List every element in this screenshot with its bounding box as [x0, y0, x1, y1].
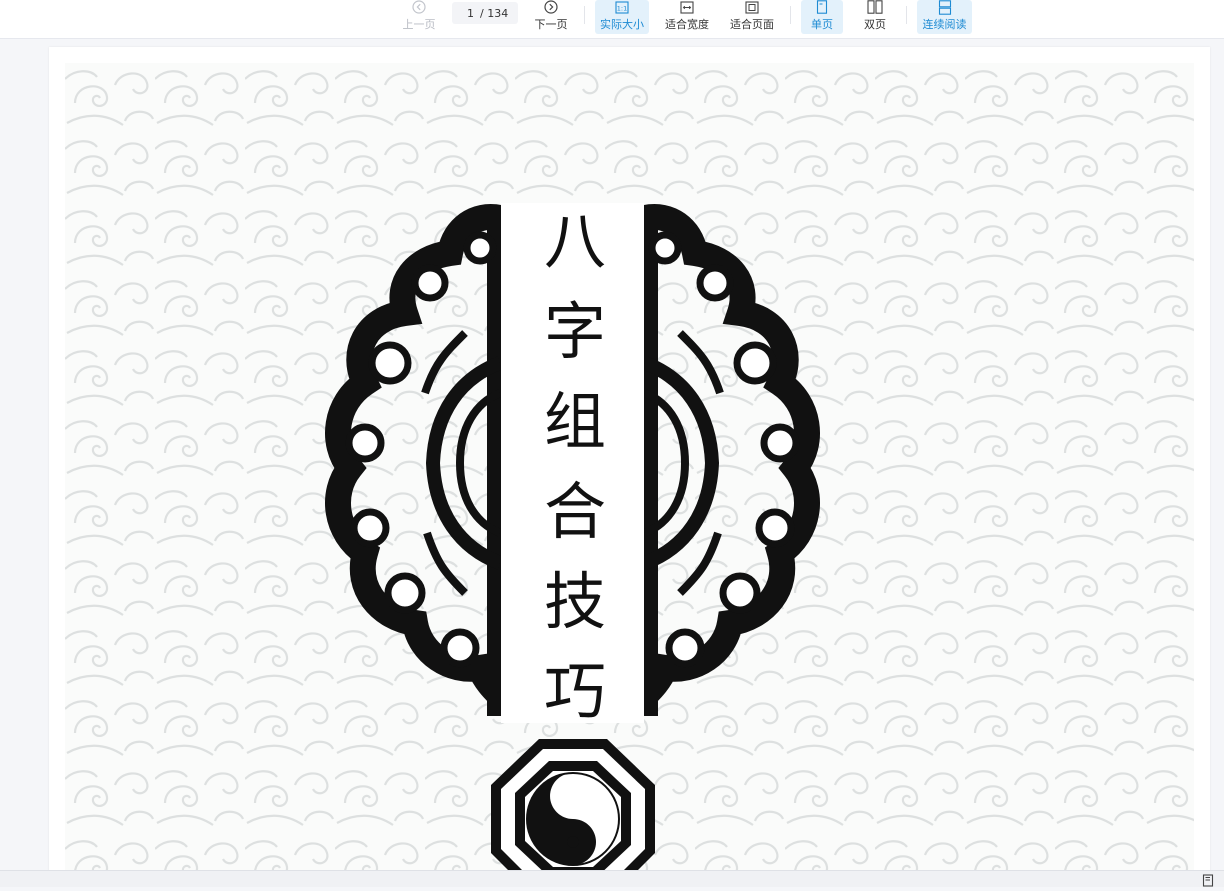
- next-page-button[interactable]: 下一页: [530, 0, 572, 34]
- title-char: 字: [544, 295, 606, 368]
- double-page-label: 双页: [864, 18, 886, 31]
- actual-size-button[interactable]: 1:1 实际大小: [595, 0, 649, 34]
- fit-width-icon: [680, 0, 694, 15]
- fit-page-button[interactable]: 适合页面: [725, 0, 779, 34]
- fit-width-button[interactable]: 适合宽度: [660, 0, 714, 34]
- next-page-label: 下一页: [534, 18, 568, 31]
- single-page-button[interactable]: 单页: [801, 0, 843, 34]
- chevron-left-circle-icon: [412, 0, 426, 15]
- title-char: 技: [544, 565, 606, 638]
- document-page: 八 字 组 合 技 巧: [49, 47, 1210, 870]
- viewer-toolbar: 上一页 / 134 下一页 1:1 实际大小 适合宽度 适合页面 单页: [0, 0, 1224, 39]
- title-char: 合: [544, 475, 606, 548]
- continuous-reading-label: 连续阅读: [922, 18, 967, 31]
- chevron-right-circle-icon: [544, 0, 558, 15]
- single-page-label: 单页: [811, 18, 833, 31]
- single-page-icon: [816, 0, 828, 15]
- fit-width-label: 适合宽度: [665, 18, 709, 31]
- toolbar-divider: [906, 6, 907, 24]
- toolbar-divider: [790, 6, 791, 24]
- actual-size-label: 实际大小: [600, 18, 644, 31]
- page-total: / 134: [480, 6, 509, 20]
- document-viewer[interactable]: 八 字 组 合 技 巧: [0, 39, 1224, 870]
- title-char: 组: [544, 385, 606, 458]
- title-char: 八: [544, 205, 606, 278]
- fit-page-label: 适合页面: [730, 18, 774, 31]
- svg-text:1:1: 1:1: [617, 4, 627, 12]
- status-bar: [0, 870, 1224, 887]
- prev-page-button[interactable]: 上一页: [398, 0, 440, 34]
- toolbar-divider: [584, 6, 585, 24]
- bookmark-icon[interactable]: [1202, 872, 1214, 887]
- prev-page-label: 上一页: [402, 18, 436, 31]
- page-number-box: / 134: [452, 2, 518, 24]
- page-number-input[interactable]: [452, 6, 474, 20]
- book-cover-art: 八 字 组 合 技 巧: [65, 63, 1194, 870]
- continuous-reading-icon: [938, 0, 952, 15]
- actual-size-icon: 1:1: [615, 0, 629, 15]
- title-char: 巧: [544, 655, 606, 728]
- double-page-button[interactable]: 双页: [854, 0, 896, 34]
- double-page-icon: [867, 0, 883, 15]
- continuous-reading-button[interactable]: 连续阅读: [917, 0, 972, 34]
- fit-page-icon: [745, 0, 759, 15]
